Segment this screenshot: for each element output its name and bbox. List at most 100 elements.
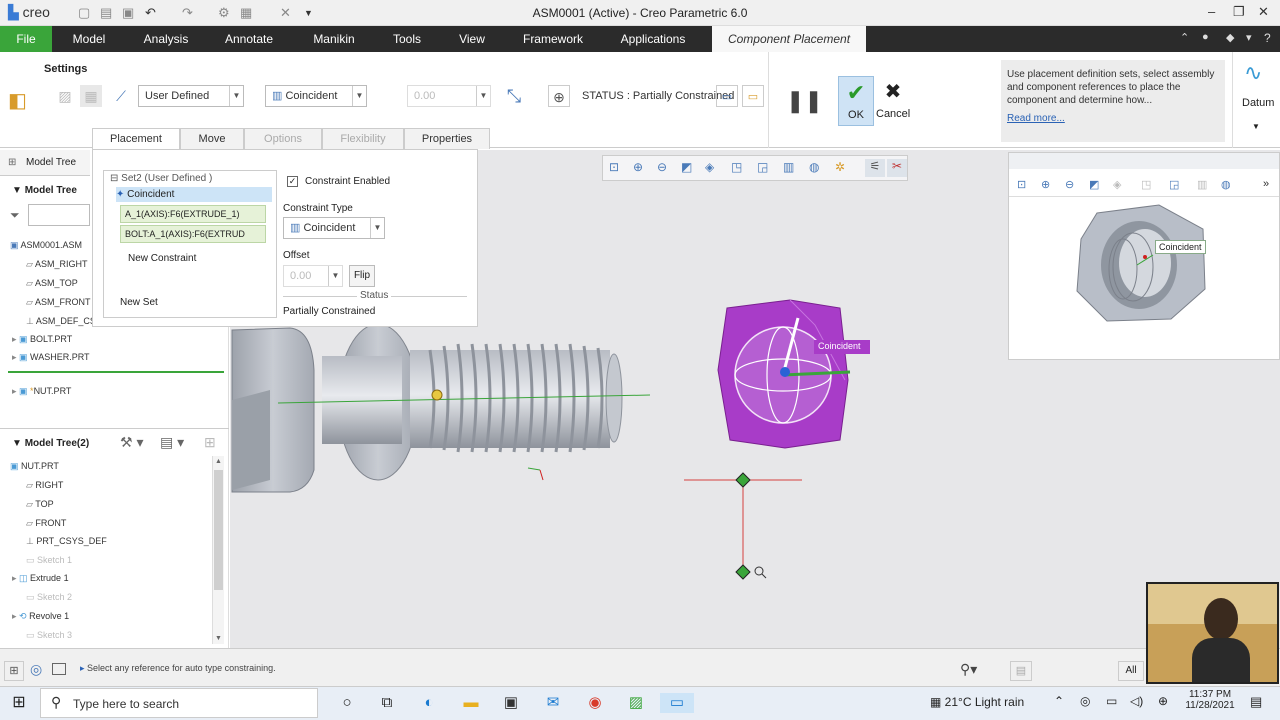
cancel-button[interactable]: ✖ Cancel [876, 76, 910, 126]
battery-icon[interactable]: ▭ [1106, 694, 1117, 708]
tree2-item-sketch3[interactable]: ▭ Sketch 3 [26, 626, 72, 644]
tree-filters-icon[interactable]: ⊞ [204, 434, 216, 451]
tab-component-placement[interactable]: Component Placement [712, 26, 866, 52]
repaint-icon[interactable]: ◩ [1089, 178, 1099, 191]
view-manager-icon[interactable]: ◲ [757, 160, 768, 174]
task-view-icon[interactable]: ⧉ [376, 693, 398, 713]
zoom-in-icon[interactable]: ⊕ [633, 160, 643, 174]
tree2-item-right[interactable]: ▱ RIGHT [26, 476, 63, 494]
scrollbar-thumb[interactable] [214, 470, 223, 590]
scroll-up-icon[interactable]: ▲ [215, 458, 222, 465]
saved-orientations-icon[interactable]: ◳ [1141, 178, 1151, 191]
refit-icon[interactable]: ⊡ [609, 160, 619, 174]
zoom-in-icon[interactable]: ⊕ [1041, 178, 1050, 191]
perspective-icon[interactable]: ▥ [1197, 178, 1207, 191]
selection-icon[interactable]: ▤ [1010, 661, 1032, 681]
windows-start-icon[interactable]: ⊞ [8, 693, 30, 713]
fullscreen-icon[interactable] [52, 663, 66, 675]
show-3d-dragger-icon[interactable]: ⊕ [548, 85, 570, 107]
tab-properties[interactable]: Properties [404, 128, 490, 149]
tree2-item-nut[interactable]: ▣ NUT.PRT [10, 457, 59, 475]
file-menu[interactable]: File [0, 26, 52, 52]
edge-icon[interactable]: ◐ [418, 693, 440, 713]
auto-constraint-icon[interactable]: ▨ [54, 85, 76, 107]
flip-button[interactable]: Flip [349, 265, 375, 287]
refit-icon[interactable]: ⊡ [1017, 178, 1026, 191]
tree2-item-csys[interactable]: ⊥ PRT_CSYS_DEF [26, 532, 107, 550]
tree2-item-revolve1[interactable]: ▸ ⟲ Revolve 1 [12, 607, 69, 625]
tab-placement[interactable]: Placement [92, 128, 180, 149]
clock[interactable]: 11:37 PM 11/28/2021 [1180, 689, 1240, 711]
menu-manikin[interactable]: Manikin [304, 26, 364, 52]
file-explorer-icon[interactable]: ▬ [460, 693, 482, 713]
repaint-icon[interactable]: ◩ [681, 160, 692, 174]
menu-framework[interactable]: Framework [516, 26, 590, 52]
offset-input[interactable]: 0.00 ▼ [407, 85, 491, 107]
tree-search-input[interactable] [28, 204, 90, 226]
constraint-enabled-checkbox[interactable]: ✓ [287, 176, 298, 187]
display-style-icon[interactable]: ◈ [705, 160, 714, 174]
new-constraint-link[interactable]: New Constraint [128, 253, 196, 264]
dragger-handle[interactable] [684, 472, 802, 580]
scroll-down-icon[interactable]: ▼ [215, 635, 222, 642]
menu-model[interactable]: Model [62, 26, 116, 52]
layout-icon[interactable]: ⊞ [4, 661, 24, 681]
new-set-link[interactable]: New Set [120, 297, 158, 308]
tree-item-asm[interactable]: ▣ ASM0001.ASM [10, 236, 82, 254]
tray-icon-1[interactable]: ◎ [1080, 694, 1090, 708]
tree-columns-icon[interactable]: ▤ ▾ [160, 434, 184, 451]
spin-center-icon[interactable]: ⚟ [865, 159, 885, 177]
tree-item-asm-top[interactable]: ▱ ASM_TOP [26, 274, 78, 292]
reference-2[interactable]: BOLT:A_1(AXIS):F6(EXTRUD [120, 225, 266, 243]
chevron-down-icon[interactable]: ▼ [1252, 122, 1260, 131]
connection-icon[interactable]: ⟋ [110, 85, 132, 107]
reference-1[interactable]: A_1(AXIS):F6(EXTRUDE_1) [120, 205, 266, 223]
maximize-icon[interactable]: ❐ [1233, 4, 1245, 20]
store-icon[interactable]: ▣ [500, 693, 522, 713]
find-icon[interactable]: ⚲▾ [960, 661, 977, 678]
datum-label[interactable]: Datum [1242, 97, 1274, 109]
pause-icon[interactable]: ❚❚ [786, 88, 823, 114]
tree-item-nut[interactable]: ▸ ▣ *NUT.PRT [12, 382, 71, 400]
creo-taskbar-icon[interactable]: ▨ [625, 693, 647, 713]
menu-applications[interactable]: Applications [614, 26, 692, 52]
zoom-out-icon[interactable]: ⊖ [657, 160, 667, 174]
flip-icon[interactable]: ⤡ [503, 85, 525, 107]
set-node[interactable]: ⊟ Set2 (User Defined ) [110, 173, 212, 184]
annotation-display-icon[interactable]: ✂ [887, 159, 907, 177]
section-icon[interactable]: ◍ [1221, 178, 1231, 191]
dropdown-icon[interactable]: ▾ [1246, 31, 1252, 44]
tree-item-asm-def-cs[interactable]: ⊥ ASM_DEF_CS [26, 312, 96, 330]
constraint-item-selected[interactable]: ✦ Coincident [116, 187, 272, 202]
filter-icon[interactable]: ⏷ [10, 208, 20, 223]
menu-annotate[interactable]: Annotate [218, 26, 280, 52]
tree-scrollbar[interactable]: ▲ ▼ [212, 456, 224, 644]
tree2-item-sketch1[interactable]: ▭ Sketch 1 [26, 551, 72, 569]
tree2-item-extrude1[interactable]: ▸ ◫ Extrude 1 [12, 569, 69, 587]
constraint-set-icon[interactable]: ▦ [80, 85, 102, 107]
saved-orientations-icon[interactable]: ◳ [731, 160, 742, 174]
tree-settings-icon[interactable]: ⚒ ▾ [120, 434, 143, 451]
weather-widget[interactable]: ▦ 21°C Light rain [930, 695, 1024, 709]
tray-chevron-icon[interactable]: ⌃ [1054, 694, 1064, 708]
browser-icon[interactable]: ◎ [30, 661, 42, 678]
datum-display-icon[interactable]: ✲ [835, 160, 845, 174]
cortana-icon[interactable]: ○ [336, 693, 358, 713]
menu-view[interactable]: View [452, 26, 492, 52]
view-manager-icon[interactable]: ◲ [1169, 178, 1179, 191]
separate-window-icon[interactable]: ▭ [716, 85, 738, 107]
volume-icon[interactable]: ◁) [1130, 694, 1143, 708]
tree2-item-top[interactable]: ▱ TOP [26, 495, 54, 513]
tree-item-asm-front[interactable]: ▱ ASM_FRONT [26, 293, 90, 311]
panel-offset-input[interactable]: 0.00 ▼ [283, 265, 343, 287]
tree-item-asm-right[interactable]: ▱ ASM_RIGHT [26, 255, 87, 273]
constraint-type-select[interactable]: ▥ Coincident ▼ [283, 217, 385, 239]
menu-tools[interactable]: Tools [386, 26, 428, 52]
user-icon[interactable]: ● [1202, 31, 1209, 43]
network-icon[interactable]: ⊕ [1158, 694, 1168, 708]
more-icon[interactable]: » [1263, 178, 1269, 190]
chrome-icon[interactable]: ◉ [584, 693, 606, 713]
active-app-icon[interactable]: ▭ [660, 693, 694, 713]
set-type-select[interactable]: User Defined ▼ [138, 85, 244, 107]
help-icon[interactable]: ? [1264, 31, 1271, 45]
